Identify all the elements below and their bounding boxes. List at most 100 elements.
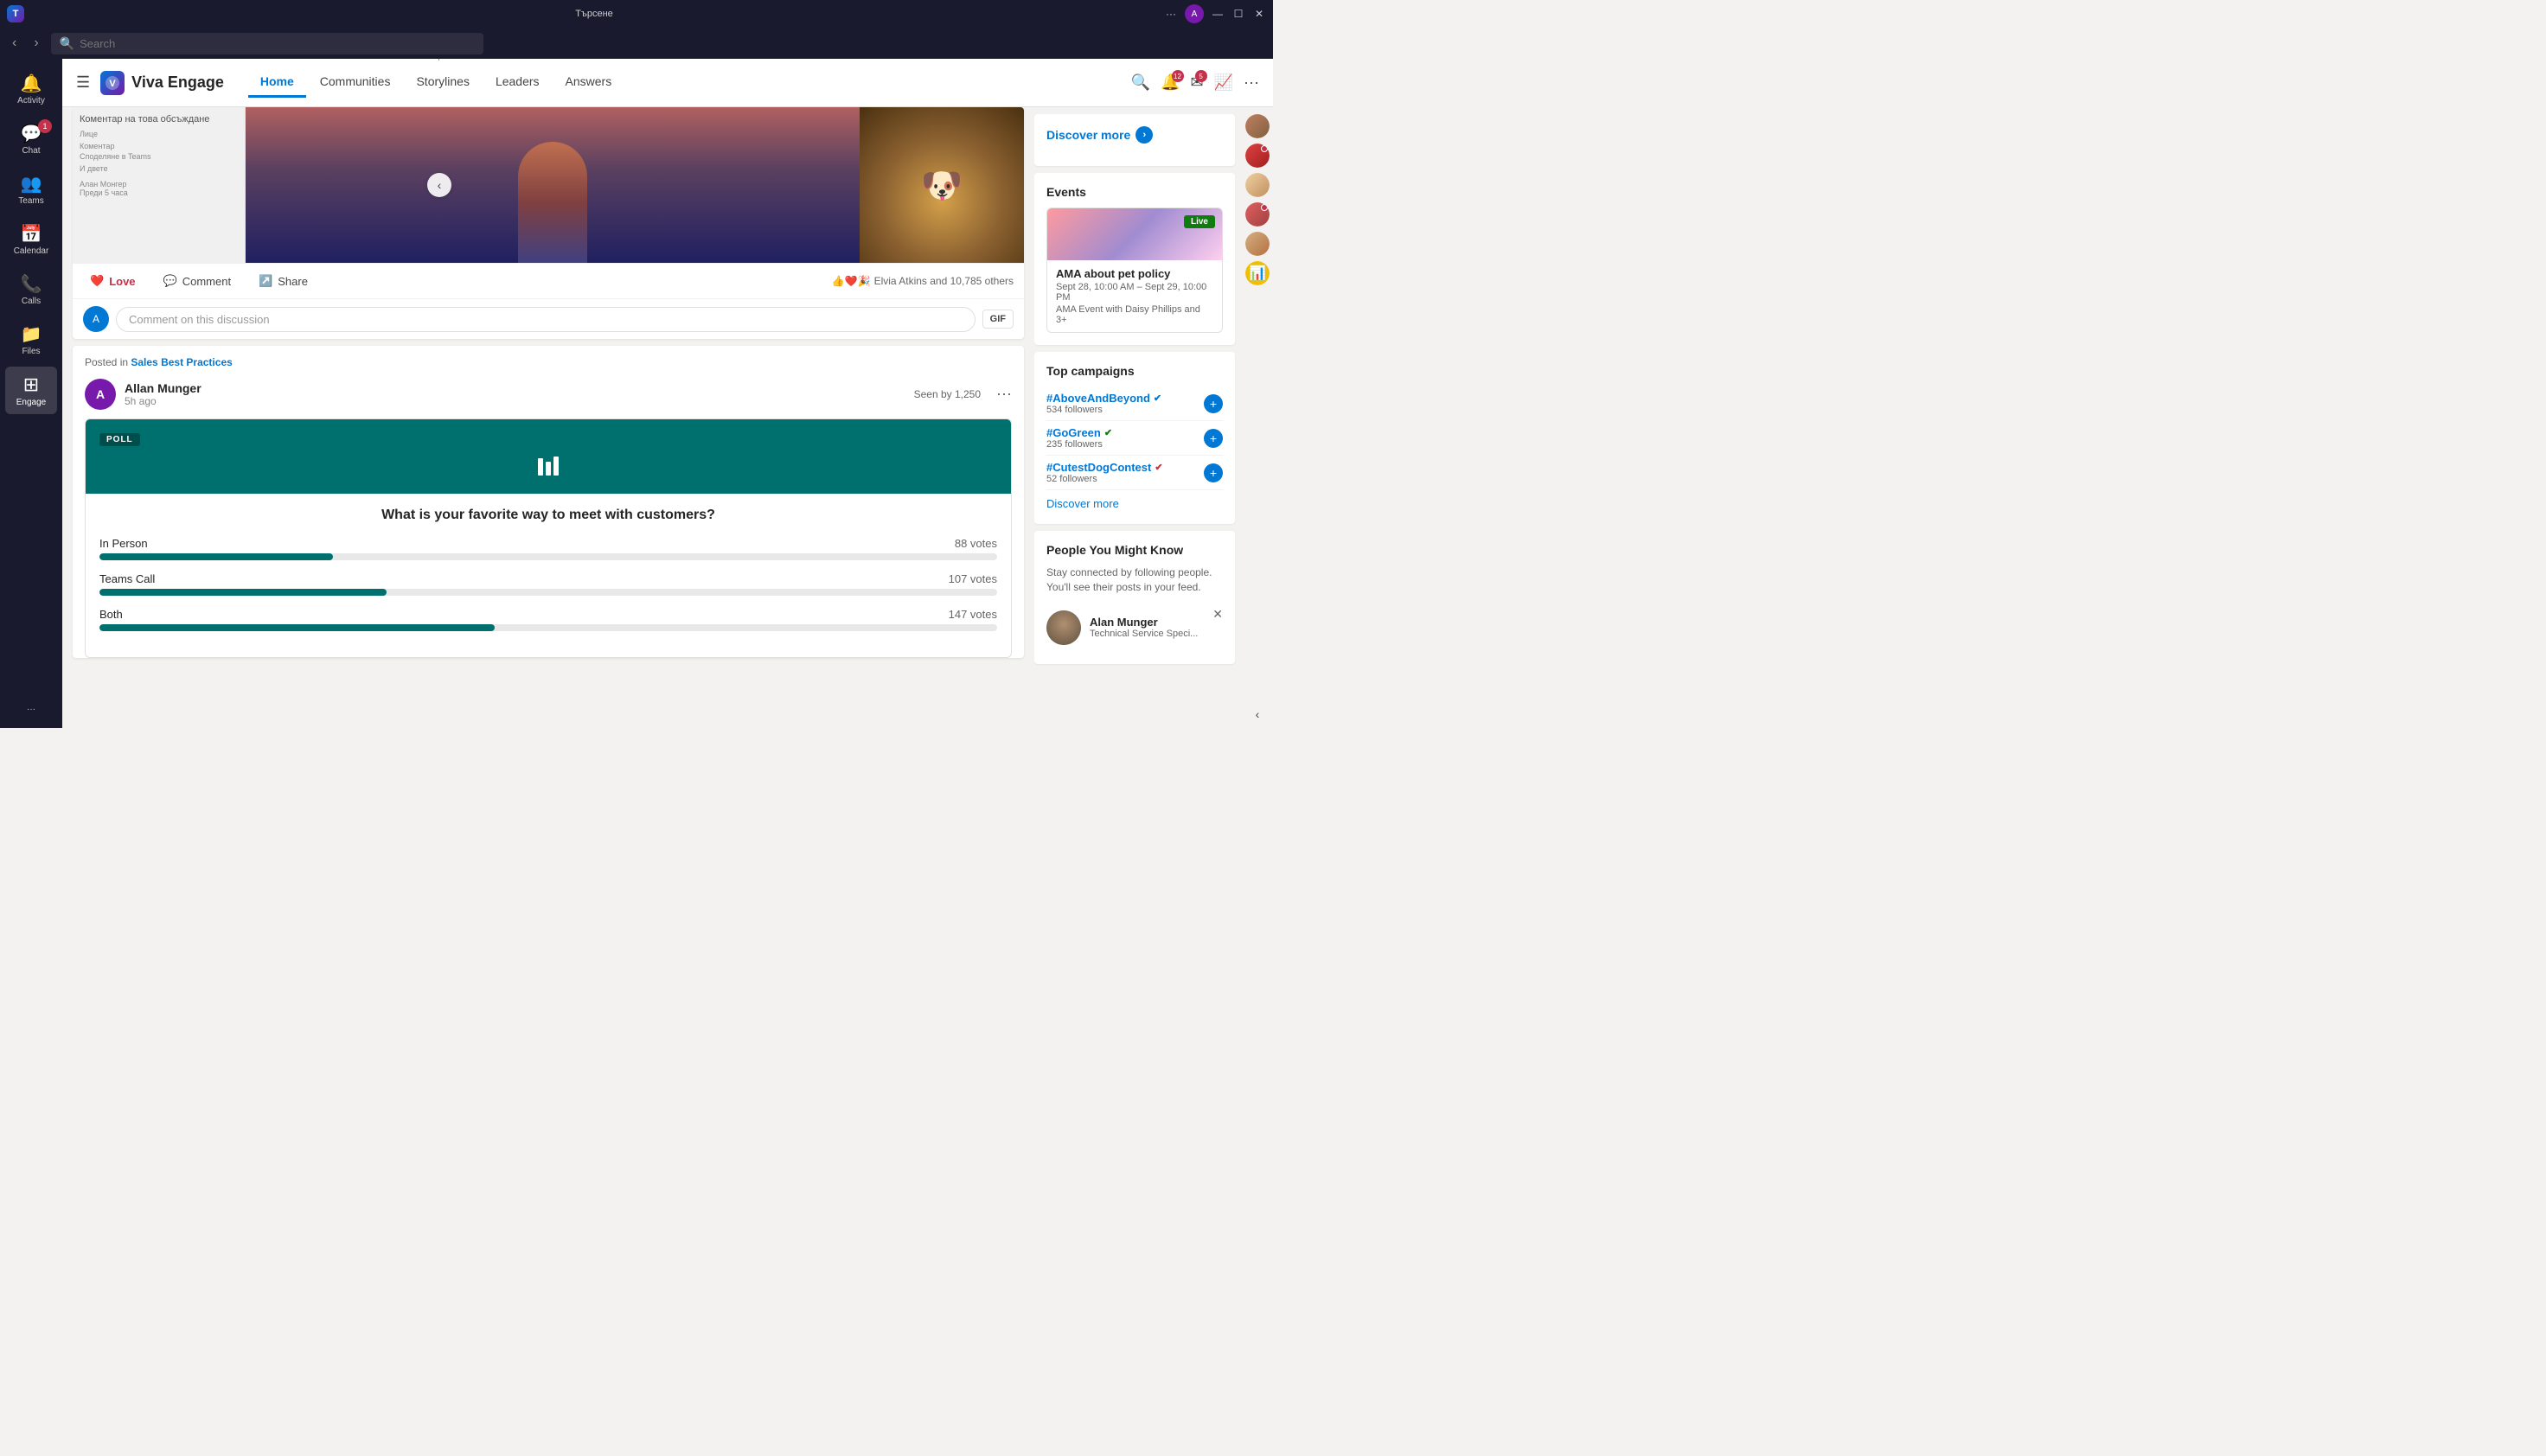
- tab-leaders[interactable]: Leaders: [483, 67, 552, 98]
- poll-votes-2: 147 votes: [949, 608, 997, 621]
- comment-btn[interactable]: 💬 Comment: [157, 271, 239, 291]
- sidebar: 🔔 Activity 💬 Chat 1 👥 Teams 📅 Calendar 📞…: [0, 59, 62, 728]
- app-container: 🔔 Activity 💬 Chat 1 👥 Teams 📅 Calendar 📞…: [0, 59, 1273, 728]
- posted-in-link[interactable]: Sales Best Practices: [131, 356, 232, 368]
- sidebar-label-chat: Chat: [22, 146, 40, 156]
- analytics-btn[interactable]: 📈: [1214, 73, 1233, 92]
- sidebar-item-teams[interactable]: 👥 Teams: [5, 166, 57, 213]
- love-btn[interactable]: ❤️ Love: [83, 271, 143, 291]
- poll-badge: POLL: [99, 433, 140, 446]
- sidebar-item-chat[interactable]: 💬 Chat 1: [5, 116, 57, 163]
- user-avatar-btn[interactable]: A: [1185, 4, 1204, 23]
- sidebar-item-more[interactable]: ···: [5, 698, 57, 721]
- sidebar-item-engage[interactable]: ⊞ Engage: [5, 367, 57, 414]
- share-btn[interactable]: ↗️ Share: [252, 271, 315, 291]
- campaign-add-btn-0[interactable]: +: [1204, 394, 1223, 413]
- minimize-btn[interactable]: —: [1211, 7, 1225, 21]
- tab-home[interactable]: Home: [248, 67, 306, 98]
- thumb-2[interactable]: [1245, 144, 1270, 168]
- sidebar-item-calendar[interactable]: 📅 Calendar: [5, 216, 57, 263]
- sidebar-label-files: Files: [22, 347, 40, 356]
- poll-label-1: Teams Call: [99, 572, 155, 585]
- discover-more-link[interactable]: Discover more ›: [1046, 126, 1153, 144]
- post-img-left: Коментар на това обсъждане Лице Коментар…: [73, 107, 246, 263]
- campaign-name-text-1: #GoGreen: [1046, 426, 1101, 439]
- person-name: Alan Munger: [1090, 616, 1198, 629]
- commenter-avatar: A: [83, 306, 109, 332]
- search-btn[interactable]: 🔍: [1131, 73, 1150, 92]
- sidebar-bottom: ···: [5, 698, 57, 721]
- reactions-text: Elvia Atkins and 10,785 others: [874, 275, 1014, 287]
- emoji-reactions: 👍❤️🎉: [832, 275, 871, 287]
- thumb-6[interactable]: 📊: [1245, 261, 1270, 285]
- author-avatar-2: A: [85, 379, 116, 410]
- person-avatar: [1046, 610, 1081, 645]
- sidebar-item-calls[interactable]: 📞 Calls: [5, 266, 57, 313]
- tab-answers[interactable]: Answers: [553, 67, 624, 98]
- event-desc: AMA Event with Daisy Phillips and 3+: [1056, 304, 1213, 325]
- verified-icon-2: ✔: [1155, 462, 1162, 473]
- poll-icon: [534, 453, 562, 487]
- post-more-btn[interactable]: ⋯: [996, 386, 1012, 404]
- post-images: Коментар на това обсъждане Лице Коментар…: [73, 107, 1024, 263]
- event-name: AMA about pet policy: [1056, 267, 1213, 280]
- messages-btn[interactable]: ✉ 5: [1191, 73, 1204, 92]
- maximize-btn[interactable]: ☐: [1231, 7, 1245, 21]
- tab-communities[interactable]: Communities: [308, 67, 403, 98]
- poll-question: What is your favorite way to meet with c…: [99, 508, 997, 523]
- gif-btn[interactable]: GIF: [982, 310, 1014, 329]
- thumb-3[interactable]: [1245, 173, 1270, 197]
- thumb-5[interactable]: [1245, 232, 1270, 256]
- event-date: Sept 28, 10:00 AM – Sept 29, 10:00 PM: [1056, 282, 1213, 303]
- more-actions-btn[interactable]: ···: [1244, 73, 1259, 92]
- people-widget: People You Might Know Stay connected by …: [1034, 531, 1235, 664]
- thumb-4[interactable]: [1245, 202, 1270, 227]
- far-right-panel: 📊 ‹: [1242, 107, 1273, 728]
- post-center-person: [246, 107, 860, 263]
- notifications-btn[interactable]: 🔔 12: [1161, 73, 1180, 92]
- comment-label: Comment: [182, 275, 231, 288]
- thumb-1[interactable]: [1245, 114, 1270, 138]
- search-input[interactable]: [80, 37, 475, 50]
- event-banner: Live: [1047, 208, 1222, 260]
- title-bar-title: Търсене: [575, 9, 613, 19]
- search-bar[interactable]: 🔍: [51, 33, 483, 54]
- author-time-2: 5h ago: [125, 395, 202, 407]
- poll-option-2: Both 147 votes: [99, 608, 997, 631]
- campaign-add-btn-1[interactable]: +: [1204, 429, 1223, 448]
- title-bar: T Търсене ··· A — ☐ ✕: [0, 0, 1273, 28]
- campaign-name-1[interactable]: #GoGreen ✔: [1046, 426, 1112, 439]
- discover-more-text: Discover more: [1046, 128, 1130, 142]
- back-btn[interactable]: ‹: [7, 34, 22, 53]
- comment-input[interactable]: Comment on this discussion: [116, 307, 976, 332]
- campaign-add-btn-2[interactable]: +: [1204, 463, 1223, 482]
- svg-text:V: V: [109, 79, 116, 89]
- events-title: Events: [1046, 185, 1223, 199]
- share-label: Share: [278, 275, 308, 288]
- person-title: Technical Service Speci...: [1090, 629, 1198, 639]
- hamburger-btn[interactable]: ☰: [76, 73, 90, 92]
- author-info-2: Allan Munger 5h ago: [125, 381, 202, 407]
- forward-btn[interactable]: ›: [29, 34, 43, 53]
- sidebar-item-activity[interactable]: 🔔 Activity: [5, 66, 57, 112]
- campaign-name-text-2: #CutestDogContest: [1046, 461, 1151, 474]
- person-close-btn[interactable]: ✕: [1212, 607, 1223, 622]
- sidebar-item-files[interactable]: 📁 Files: [5, 316, 57, 363]
- activity-icon: 🔔: [21, 73, 42, 94]
- campaigns-discover-more-link[interactable]: Discover more: [1046, 497, 1119, 510]
- posted-in: Posted in Sales Best Practices: [85, 356, 233, 368]
- share-icon: ↗️: [259, 274, 272, 288]
- live-badge: Live: [1184, 215, 1215, 228]
- close-btn[interactable]: ✕: [1252, 7, 1266, 21]
- campaign-name-2[interactable]: #CutestDogContest ✔: [1046, 461, 1163, 474]
- post-prev-nav-btn[interactable]: ‹: [427, 173, 451, 197]
- campaign-name-0[interactable]: #AboveAndBeyond ✔: [1046, 392, 1161, 405]
- tab-storylines[interactable]: Откри йте Storylines: [404, 67, 481, 98]
- calls-icon: 📞: [21, 273, 42, 295]
- feed-area[interactable]: Коментар на това обсъждане Лице Коментар…: [62, 107, 1034, 728]
- collapse-panel-btn[interactable]: ‹: [1256, 707, 1260, 721]
- post-author-small: Алан МонгерПреди 5 часа: [80, 180, 238, 197]
- poll-option-row-2: Both 147 votes: [99, 608, 997, 621]
- more-options-btn[interactable]: ···: [1164, 7, 1178, 21]
- files-icon: 📁: [21, 323, 42, 345]
